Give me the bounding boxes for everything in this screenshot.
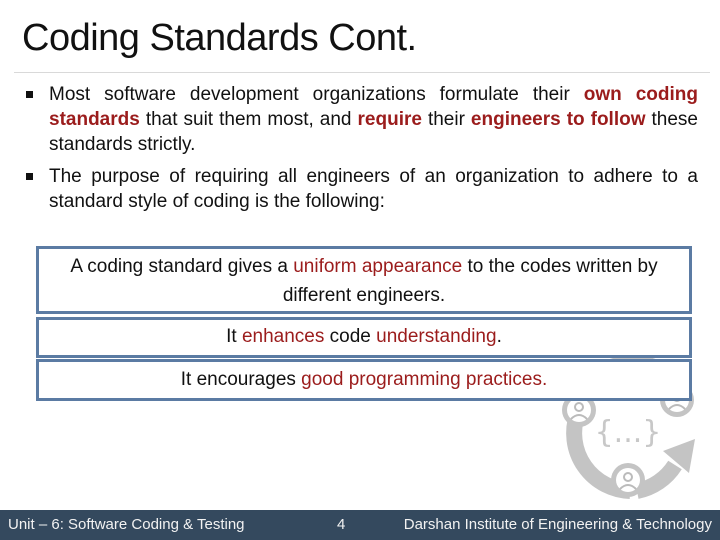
text-run: It encourages [180, 369, 302, 390]
square-bullet-icon [26, 91, 33, 98]
slide-footer: Unit – 6: Software Coding & Testing 4 Da… [0, 510, 720, 540]
emphasis-text: enhances [241, 326, 325, 347]
bullet-item: The purpose of requiring all engineers o… [22, 164, 698, 214]
text-run: It [226, 326, 242, 347]
footer-institute: Darshan Institute of Engineering & Techn… [403, 516, 712, 533]
emphasis-text: engineers to follow [470, 109, 646, 130]
emphasis-text: understanding [376, 326, 497, 347]
emphasis-text: good programming practices. [301, 369, 548, 390]
text-run: that suit them most, and [139, 109, 358, 130]
text-run: Most software development organizations … [49, 84, 584, 105]
text-run: code [324, 326, 377, 347]
code-braces-icon: {...} [595, 415, 662, 450]
title-divider [14, 72, 710, 73]
benefit-box-good-practices: It encourages good programming practices… [36, 359, 692, 401]
slide-title: Coding Standards Cont. [22, 17, 417, 59]
text-run: A coding standard gives a [70, 256, 294, 277]
text-run: their [421, 109, 471, 130]
benefit-box-understanding: It enhances code understanding. [36, 317, 692, 358]
emphasis-text: uniform appearance [293, 256, 463, 277]
person-icon [611, 463, 645, 497]
emphasis-text: require [357, 109, 422, 130]
bullet-item: Most software development organizations … [22, 82, 698, 157]
bullet-text: Most software development organizations … [49, 84, 698, 155]
bullet-text: The purpose of requiring all engineers o… [49, 166, 698, 212]
square-bullet-icon [26, 173, 33, 180]
benefit-box-uniform-appearance: A coding standard gives a uniform appear… [36, 246, 692, 314]
page-number: 4 [337, 516, 346, 533]
bullet-list: Most software development organizations … [22, 82, 698, 221]
text-run: . [496, 326, 502, 347]
footer-unit: Unit – 6: Software Coding & Testing [8, 516, 245, 533]
